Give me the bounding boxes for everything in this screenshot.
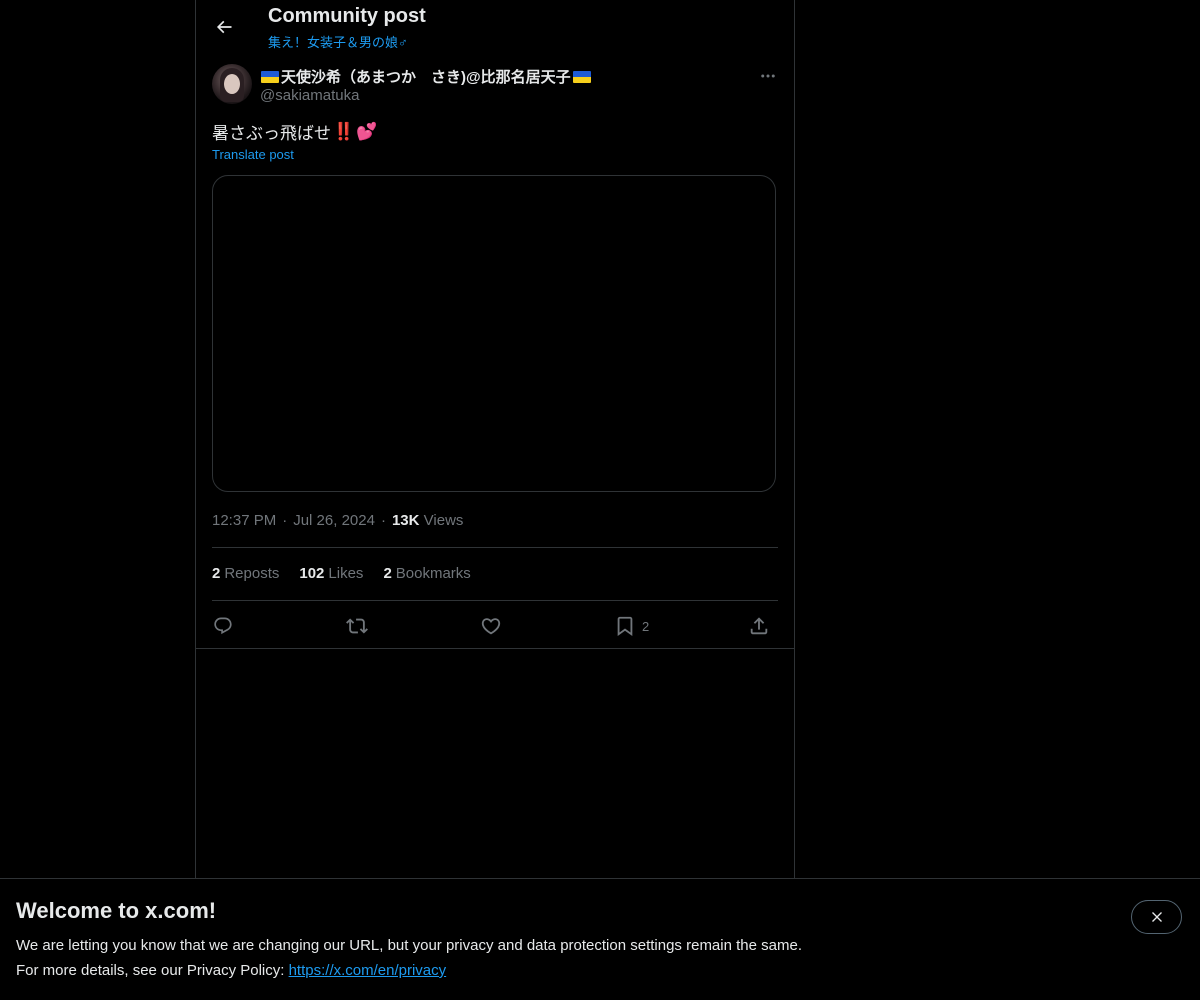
welcome-banner: Welcome to x.com! We are letting you kno… <box>0 878 1200 1000</box>
reply-button[interactable] <box>212 612 234 640</box>
translate-post-link[interactable]: Translate post <box>212 147 294 162</box>
ukraine-flag-icon <box>572 70 591 83</box>
more-icon <box>761 74 775 78</box>
post-date[interactable]: Jul 26, 2024 <box>293 512 375 529</box>
main-column: Community post 集え！女装子＆男の娘♂ 天使沙希（あまつか さき)… <box>195 0 795 1000</box>
reply-icon <box>214 617 232 635</box>
bookmarks-count: 2 <box>383 565 392 582</box>
reposts-label: Reposts <box>224 565 280 582</box>
back-arrow-icon <box>216 20 232 34</box>
share-icon <box>750 617 768 635</box>
avatar[interactable] <box>212 64 252 104</box>
two-hearts-emoji: 💕 <box>356 121 378 141</box>
bookmarks-label: Bookmarks <box>395 565 471 582</box>
views-count: 13K <box>391 512 420 529</box>
bookmark-icon <box>617 616 633 637</box>
like-icon <box>481 618 501 635</box>
divider <box>196 648 794 649</box>
action-bar: 2 <box>212 612 778 640</box>
page-header: Community post 集え！女装子＆男の娘♂ <box>196 0 794 56</box>
post-stats: 2 Reposts 102 Likes 2 Bookmarks <box>212 565 471 582</box>
display-name[interactable]: 天使沙希（あまつか さき)@比那名居天子 <box>260 66 592 87</box>
banner-message: We are letting you know that we are chan… <box>16 937 802 954</box>
back-button[interactable] <box>207 10 241 44</box>
reposts-count: 2 <box>212 565 221 582</box>
close-banner-button[interactable] <box>1131 900 1182 934</box>
banner-title: Welcome to x.com! <box>16 898 217 923</box>
divider <box>212 547 778 548</box>
privacy-policy-link[interactable]: https://x.com/en/privacy <box>289 962 447 979</box>
ukraine-flag-icon <box>261 70 279 83</box>
divider <box>212 600 778 601</box>
close-icon <box>1151 912 1162 922</box>
bookmark-button[interactable]: 2 <box>614 612 649 640</box>
post-text: 暑さぶっ飛ばせ ‼️ 💕 <box>212 119 377 144</box>
repost-button[interactable] <box>346 612 368 640</box>
meta-separator: · <box>380 512 386 529</box>
meta-separator: · <box>282 512 288 529</box>
more-options-button[interactable] <box>756 64 780 88</box>
reposts-stat[interactable]: 2 Reposts <box>212 565 279 582</box>
post-meta: 12:37 PM · Jul 26, 2024 · 13K Views <box>212 512 463 529</box>
banner-privacy-prefix: For more details, see our Privacy Policy… <box>16 962 289 979</box>
double-exclamation-emoji: ‼️ <box>333 121 355 141</box>
views-count-group: 13K Views <box>392 512 463 529</box>
display-name-text: 天使沙希（あまつか さき)@比那名居天子 <box>281 69 571 86</box>
likes-label: Likes <box>328 565 364 582</box>
repost-icon <box>346 618 368 634</box>
bookmark-count: 2 <box>642 618 650 634</box>
user-handle[interactable]: @sakiamatuka <box>260 87 359 104</box>
post-time[interactable]: 12:37 PM <box>212 512 276 529</box>
community-name-link[interactable]: 集え！女装子＆男の娘♂ <box>268 32 408 51</box>
post-text-body: 暑さぶっ飛ばせ <box>212 124 331 143</box>
views-label: Views <box>423 512 464 529</box>
share-button[interactable] <box>748 612 770 640</box>
bookmarks-stat[interactable]: 2 Bookmarks <box>383 565 470 582</box>
banner-privacy-line: For more details, see our Privacy Policy… <box>16 962 446 979</box>
likes-stat[interactable]: 102 Likes <box>299 565 363 582</box>
like-button[interactable] <box>480 612 502 640</box>
likes-count: 102 <box>299 565 325 582</box>
page-title: Community post <box>268 5 426 27</box>
post-media[interactable] <box>212 175 776 492</box>
